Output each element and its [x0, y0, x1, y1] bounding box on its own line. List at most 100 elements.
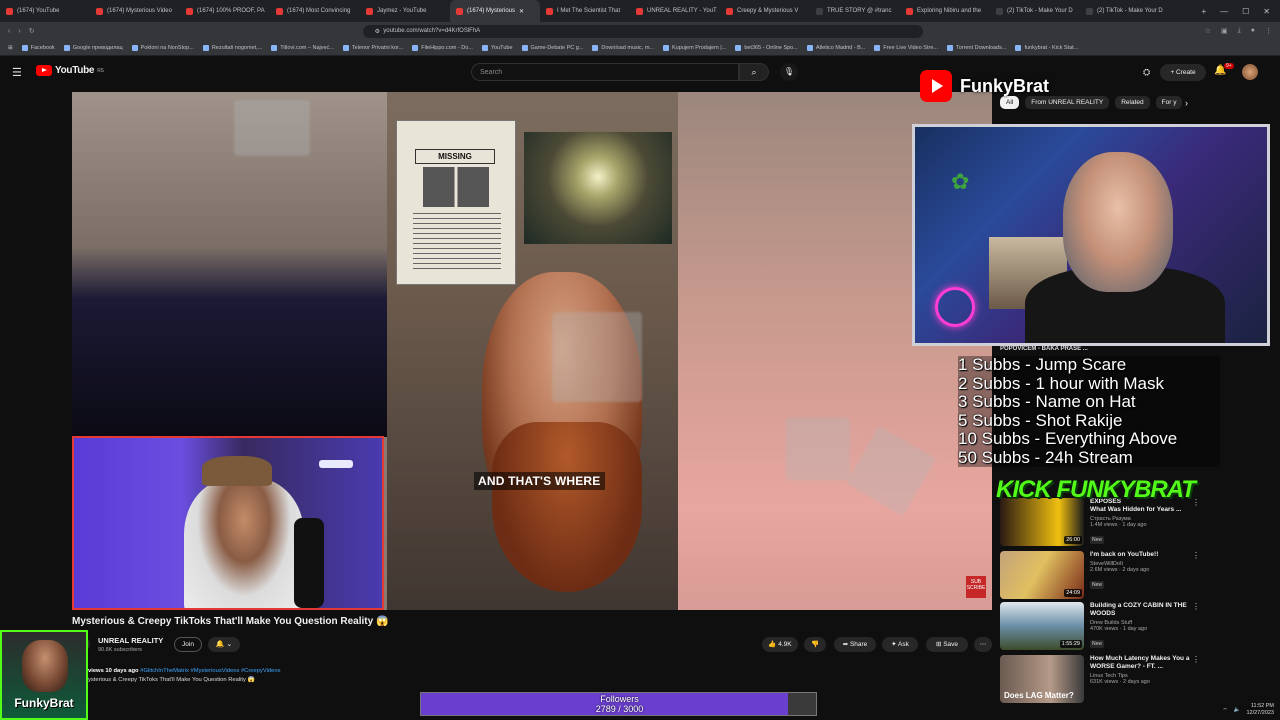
- browser-tab[interactable]: TRUE STORY @ #tranc: [810, 0, 900, 22]
- bookmark-item[interactable]: Titlovi.com – Najveć...: [271, 44, 334, 51]
- youtube-logo[interactable]: YouTube RS: [36, 65, 104, 76]
- bookmark-favicon-icon: [481, 44, 488, 51]
- hamburger-menu-icon[interactable]: ☰: [12, 66, 24, 79]
- back-icon[interactable]: ‹: [8, 28, 10, 35]
- video-info: EXPOSES What Was Hidden for Years ... Стр…: [1090, 498, 1194, 546]
- bookmark-item[interactable]: Pokloni na NonStop...: [131, 44, 194, 51]
- sub-goals-overlay: 1 Subbs - Jump Scare 2 Subbs - 1 hour wi…: [958, 355, 1220, 467]
- chip-for-you[interactable]: For y: [1155, 96, 1183, 109]
- bookmark-item[interactable]: Download music, m...: [592, 44, 654, 51]
- speaker-beard: [492, 422, 642, 592]
- reload-icon[interactable]: ↻: [29, 27, 35, 35]
- site-info-icon[interactable]: ⚙: [375, 28, 380, 35]
- browser-tab[interactable]: Creepy & Mysterious V: [720, 0, 810, 22]
- cast-icon[interactable]: ⛭: [1143, 67, 1150, 78]
- bookmark-item[interactable]: Kupujem Prodajem |...: [662, 44, 726, 51]
- maximize-icon[interactable]: ☐: [1242, 7, 1249, 16]
- join-button[interactable]: Join: [174, 637, 202, 652]
- browser-tab[interactable]: (2) TikTok - Make Your D: [990, 0, 1080, 22]
- list-item[interactable]: 26:00 EXPOSES What Was Hidden for Years .…: [1000, 498, 1200, 550]
- description-box[interactable]: views 10 days ago #GlitchInTheMatrix #My…: [88, 667, 788, 685]
- hashtags[interactable]: #GlitchInTheMatrix #MysteriousVideos #Cr…: [140, 668, 280, 674]
- video-title[interactable]: Building a COZY CABIN IN THE WOODS: [1090, 602, 1194, 618]
- create-button[interactable]: + Create: [1160, 64, 1206, 81]
- browser-tab-active[interactable]: (1674) Mysterious ✕: [450, 0, 540, 22]
- bookmark-favicon-icon: [806, 44, 813, 51]
- close-window-icon[interactable]: ✕: [1263, 7, 1270, 16]
- ask-button[interactable]: ✦ Ask: [882, 637, 918, 652]
- list-item[interactable]: 24:09 I'm back on YouTube!! SteveWillDoI…: [1000, 551, 1200, 603]
- profile-icon[interactable]: ●: [1251, 27, 1255, 35]
- new-tab-icon[interactable]: +: [1201, 7, 1206, 16]
- browser-tab[interactable]: Exploring Nibiru and the: [900, 0, 990, 22]
- list-item[interactable]: Does LAG Matter? How Much Latency Makes …: [1000, 655, 1200, 707]
- bookmark-favicon-icon: [202, 44, 209, 51]
- bookmark-label: Facebook: [30, 44, 55, 51]
- bookmark-favicon-icon: [1015, 44, 1022, 51]
- bookmark-item[interactable]: bet365 - Online Spo...: [735, 44, 798, 51]
- bookmark-item[interactable]: YouTube: [481, 44, 513, 51]
- tab-label: Creepy & Mysterious V: [737, 8, 799, 14]
- bookmark-item[interactable]: Telenor Privatni kor...: [342, 44, 403, 51]
- browser-tab[interactable]: I Met The Scientist That: [540, 0, 630, 22]
- video-thumbnail[interactable]: 26:00: [1000, 498, 1084, 546]
- bookmark-star-icon[interactable]: ☆: [1205, 27, 1211, 35]
- video-title[interactable]: How Much Latency Makes You a WORSE Gamer…: [1090, 655, 1194, 671]
- bookmark-item[interactable]: Google преводилац: [63, 44, 123, 51]
- bookmark-item[interactable]: Atletico Madrid - B...: [806, 44, 865, 51]
- save-button[interactable]: ⊞ Save: [926, 637, 968, 652]
- more-options-icon[interactable]: ⋮: [1192, 655, 1200, 664]
- bookmark-item[interactable]: Free Live Video Stre...: [874, 44, 938, 51]
- volume-icon[interactable]: 🔈: [1234, 707, 1241, 713]
- thumbnail-text: Does LAG Matter?: [1004, 691, 1074, 700]
- minimize-icon[interactable]: —: [1220, 7, 1228, 16]
- clock[interactable]: 11:52 PM 12/27/2023: [1246, 703, 1274, 717]
- browser-tab[interactable]: (1674) Mysterious Video: [90, 0, 180, 22]
- like-button[interactable]: 👍 4.9K: [762, 637, 798, 652]
- apps-grid-icon[interactable]: ⊞: [8, 45, 13, 51]
- video-thumbnail[interactable]: 24:09: [1000, 551, 1084, 599]
- menu-icon[interactable]: ⋮: [1265, 27, 1272, 35]
- bookmark-item[interactable]: Torrent Downloads...: [946, 44, 1006, 51]
- wifi-icon[interactable]: ⌔: [1222, 707, 1227, 714]
- chip-related[interactable]: Related: [1115, 96, 1150, 109]
- bookmark-item[interactable]: Rezultati nogomet,...: [202, 44, 262, 51]
- browser-tab[interactable]: (2) TikTok - Make Your D: [1080, 0, 1170, 22]
- bookmark-item[interactable]: FileHippo.com - Do...: [412, 44, 473, 51]
- url-field[interactable]: ⚙ youtube.com/watch?v=d4KrfOSlFhA: [362, 24, 923, 38]
- browser-tab[interactable]: (1674) YouTube: [0, 0, 90, 22]
- more-actions-icon[interactable]: ⋯: [974, 637, 992, 652]
- dislike-button[interactable]: 👎: [804, 637, 826, 652]
- bookmark-item[interactable]: Facebook: [21, 44, 55, 51]
- list-item[interactable]: 1:55:29 Building a COZY CABIN IN THE WOO…: [1000, 602, 1200, 654]
- browser-tab[interactable]: (1674) 100% PROOF, PA: [180, 0, 270, 22]
- browser-tab[interactable]: Jaymez - YouTube: [360, 0, 450, 22]
- forward-icon[interactable]: ›: [18, 28, 20, 35]
- video-title[interactable]: I'm back on YouTube!!: [1090, 551, 1194, 559]
- subscribe-bell-button[interactable]: 🔔 ⌄: [208, 637, 240, 652]
- sub-goal-line: 10 Subbs - Everything Above: [958, 429, 1178, 448]
- voice-search-icon[interactable]: 🎙: [780, 63, 798, 81]
- video-thumbnail[interactable]: 1:55:29: [1000, 602, 1084, 650]
- video-thumbnail[interactable]: Does LAG Matter?: [1000, 655, 1084, 703]
- browser-tab[interactable]: UNREAL REALITY - YouT: [630, 0, 720, 22]
- download-icon[interactable]: ⤓: [1238, 27, 1241, 35]
- close-icon[interactable]: ✕: [519, 8, 524, 15]
- video-meta: 631K views · 2 days ago: [1090, 679, 1150, 685]
- followers-count: 2789 / 3000: [595, 704, 644, 714]
- avatar[interactable]: [1242, 64, 1258, 80]
- more-options-icon[interactable]: ⋮: [1192, 551, 1200, 560]
- blur-patch: [552, 312, 642, 402]
- share-button[interactable]: ➦ Share: [834, 637, 876, 652]
- subscribe-watermark[interactable]: SUB SCRIBE: [966, 576, 986, 598]
- search-input[interactable]: Search: [471, 63, 739, 81]
- search-button[interactable]: ⌕: [739, 63, 769, 81]
- channel-name[interactable]: UNREAL REALITY: [98, 636, 163, 645]
- chevron-right-icon[interactable]: ›: [1185, 98, 1188, 108]
- bookmark-item[interactable]: funkybrat - Kick Stat...: [1015, 44, 1078, 51]
- bookmark-item[interactable]: Game-Debate PC g...: [521, 44, 583, 51]
- more-options-icon[interactable]: ⋮: [1192, 602, 1200, 611]
- browser-tab[interactable]: (1674) Most Convincing: [270, 0, 360, 22]
- sidebar-teaser-title[interactable]: POPOVIĆEM - BAKA PRASE ...: [1000, 346, 1200, 352]
- extension-icon[interactable]: ▣: [1221, 27, 1228, 35]
